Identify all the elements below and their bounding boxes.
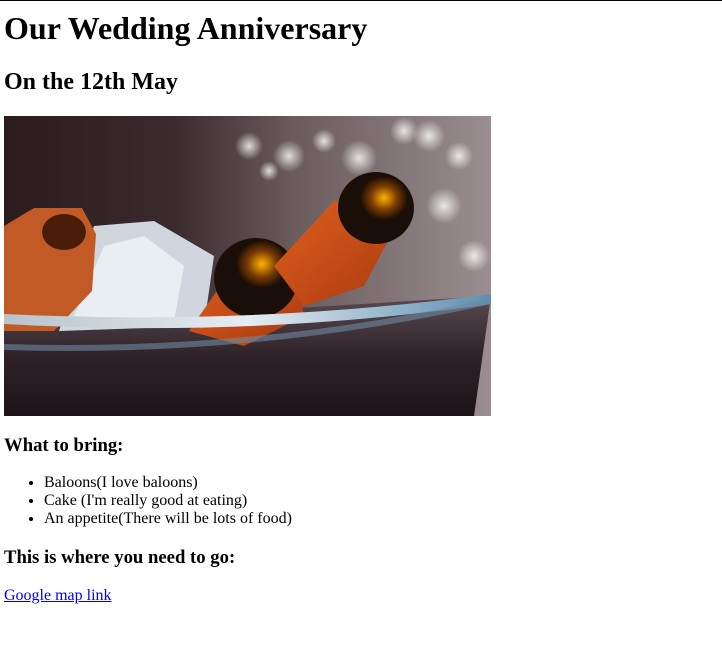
- google-map-link[interactable]: Google map link: [4, 587, 112, 604]
- event-date-heading: On the 12th May: [4, 69, 178, 95]
- bring-list: Baloons(I love baloons) Cake (I'm really…: [4, 474, 714, 528]
- champagne-photo: [4, 116, 491, 416]
- list-item: Baloons(I love baloons): [44, 474, 714, 492]
- list-item: Cake (I'm really good at eating): [44, 492, 714, 510]
- location-heading: This is where you need to go:: [4, 547, 236, 568]
- map-paragraph: Google map link: [4, 587, 714, 605]
- page-content: Our Wedding Anniversary On the 12th May: [4, 0, 714, 605]
- what-to-bring-heading: What to bring:: [4, 435, 124, 456]
- page-title: Our Wedding Anniversary: [4, 10, 368, 46]
- list-item: An appetite(There will be lots of food): [44, 510, 714, 528]
